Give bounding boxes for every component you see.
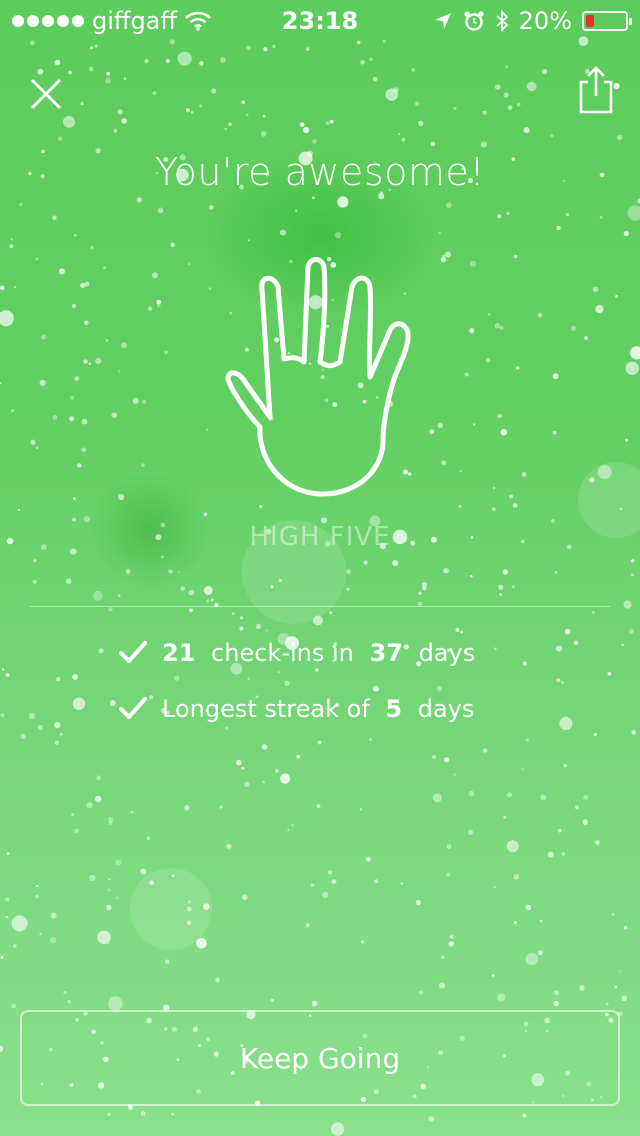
bluetooth-icon (496, 10, 508, 32)
days-count: 37 (369, 639, 403, 667)
status-bar: giffgaff 23:18 20% (0, 0, 640, 40)
alarm-icon (464, 11, 484, 31)
streak-text: Longest streak of (162, 695, 370, 723)
divider (30, 606, 610, 607)
keep-going-button[interactable]: Keep Going (20, 1010, 620, 1106)
checkmark-icon (119, 697, 147, 719)
checkmark-icon (119, 641, 147, 663)
days-text: days (418, 639, 476, 667)
streak-days-text: days (417, 695, 475, 723)
stat-checkins: 21 check-ins in 37 days (118, 638, 483, 668)
checkin-count: 21 (162, 639, 196, 667)
close-button[interactable] (26, 74, 66, 114)
stat-streak: Longest streak of 5 days (118, 694, 482, 724)
streak-count: 5 (385, 695, 403, 723)
battery-icon (582, 11, 632, 31)
checkin-text: check-ins in (211, 639, 354, 667)
close-icon (30, 78, 62, 110)
battery-level (586, 15, 594, 27)
badge-label: HIGH FIVE (249, 522, 391, 552)
share-icon (579, 66, 613, 114)
hand-icon (225, 257, 411, 497)
background-bubble (130, 868, 212, 950)
page-title: You're awesome! (154, 150, 486, 194)
battery-percent: 20% (518, 7, 572, 35)
location-arrow-icon (434, 13, 451, 29)
status-bar-right: 20% (433, 7, 632, 35)
share-button[interactable] (574, 64, 618, 116)
